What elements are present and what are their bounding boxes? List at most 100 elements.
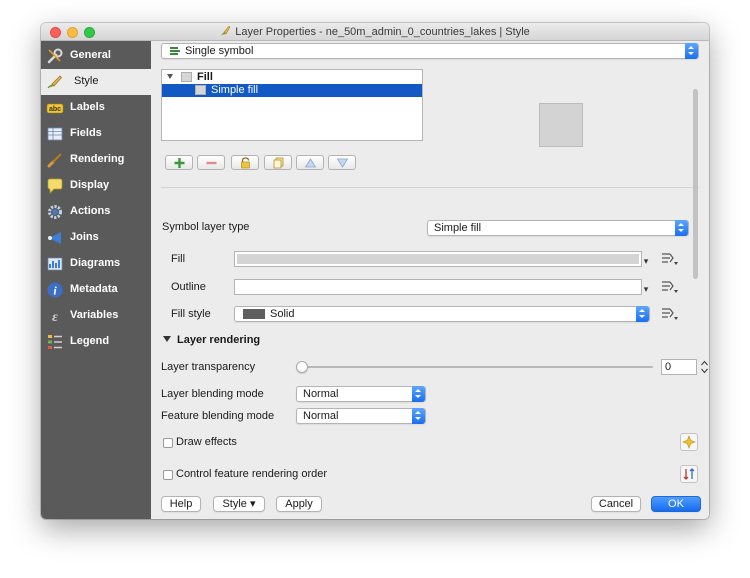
layer-blending-value: Normal [303, 388, 339, 400]
sidebar-item-labels[interactable]: abc Labels [41, 95, 151, 121]
effects-customize-button[interactable] [680, 433, 698, 451]
move-layer-down-button[interactable] [328, 155, 356, 170]
layer-blending-label: Layer blending mode [161, 388, 264, 400]
layer-rendering-header[interactable]: Layer rendering [163, 334, 260, 346]
symbol-layer-tree: Fill Simple fill [161, 69, 423, 141]
transparency-slider-thumb[interactable] [296, 361, 308, 373]
transparency-slider-track[interactable] [299, 366, 653, 368]
layer-style-icon [221, 25, 231, 35]
info-icon: i [47, 282, 63, 298]
sidebar-item-label: Legend [70, 335, 110, 347]
control-rendering-order-label: Control feature rendering order [176, 468, 328, 480]
simple-fill-swatch [195, 85, 206, 95]
solid-fill-swatch [243, 309, 265, 319]
sidebar-item-label: Metadata [70, 283, 118, 295]
symbol-layer-type-label: Symbol layer type [162, 221, 250, 233]
sidebar-item-label: Rendering [70, 153, 125, 165]
move-layer-up-button[interactable] [296, 155, 324, 170]
sidebar-item-actions[interactable]: Actions [41, 199, 151, 225]
variables-icon: ε [52, 310, 58, 325]
tree-item-fill[interactable]: Fill [162, 71, 422, 84]
outline-data-defined-icon[interactable] [659, 279, 681, 295]
control-rendering-order-checkbox[interactable] [163, 470, 173, 480]
sidebar-item-general[interactable]: General [41, 43, 151, 69]
lock-layer-button[interactable] [231, 155, 259, 170]
panel-scrollbar[interactable] [693, 89, 698, 279]
sidebar-item-diagrams[interactable]: Diagrams [41, 251, 151, 277]
collapse-triangle-icon[interactable] [167, 74, 173, 79]
sidebar-item-style[interactable]: Style [41, 69, 151, 95]
panel-divider [161, 187, 699, 188]
draw-effects-checkbox[interactable] [163, 438, 173, 448]
fill-color-menu[interactable]: ▾ [641, 251, 651, 267]
outline-label: Outline [171, 281, 206, 293]
rendering-order-button[interactable] [680, 465, 698, 483]
layer-rendering-title: Layer rendering [177, 334, 261, 346]
ok-button[interactable]: OK [651, 496, 701, 512]
wrench-icon [47, 48, 63, 64]
feature-blending-select[interactable]: Normal [296, 408, 426, 424]
transparency-label: Layer transparency [161, 361, 256, 373]
paintbrush-icon [47, 75, 62, 89]
sidebar-item-label: Joins [70, 231, 99, 243]
star-effects-icon [682, 435, 696, 449]
symbol-layer-type-select[interactable]: Simple fill [427, 220, 689, 236]
add-symbol-layer-button[interactable] [165, 155, 193, 170]
renderer-value: Single symbol [185, 45, 254, 57]
fill-color-button[interactable] [234, 251, 642, 267]
layer-blending-arrow[interactable] [412, 386, 425, 402]
arrow-down-icon [336, 158, 349, 168]
abc-label-icon: abc [46, 103, 64, 114]
style-menu-button[interactable]: Style ▾ [213, 496, 265, 512]
sidebar-item-legend[interactable]: Legend [41, 329, 151, 355]
fill-label: Fill [171, 253, 186, 265]
lock-icon [241, 157, 250, 169]
expand-triangle-icon [163, 336, 171, 342]
sidebar-item-rendering[interactable]: Rendering [41, 147, 151, 173]
transparency-spinbox[interactable]: 0 [661, 359, 697, 375]
fill-style-value: Solid [270, 308, 295, 320]
symbol-layer-type-arrow[interactable] [675, 220, 688, 236]
sidebar: General Style abc Labels Fields Renderin… [41, 41, 151, 519]
cancel-button-label: Cancel [598, 498, 634, 510]
fill-style-label: Fill style [171, 308, 211, 320]
svg-text:abc: abc [49, 106, 61, 113]
symbol-layer-type-value: Simple fill [434, 222, 482, 234]
sidebar-item-display[interactable]: Display [41, 173, 151, 199]
speech-bubble-icon [47, 178, 63, 194]
style-button-label: Style ▾ [222, 498, 256, 510]
sidebar-item-label: Style [74, 75, 99, 87]
sidebar-item-metadata[interactable]: i Metadata [41, 277, 151, 303]
sidebar-item-joins[interactable]: Joins [41, 225, 151, 251]
tree-item-simple-fill[interactable]: Simple fill [162, 84, 422, 97]
apply-button[interactable]: Apply [276, 496, 322, 512]
fill-style-select[interactable]: Solid [234, 306, 650, 322]
renderer-select-arrow[interactable] [685, 43, 698, 59]
feature-blending-label: Feature blending mode [161, 410, 275, 422]
fill-color-swatch [237, 254, 639, 264]
outline-color-button[interactable] [234, 279, 642, 295]
brush-render-icon [47, 153, 62, 168]
fill-style-data-defined-icon[interactable] [659, 306, 681, 322]
table-fields-icon [47, 127, 63, 141]
feature-blending-value: Normal [303, 410, 339, 422]
sidebar-item-variables[interactable]: ε Variables [41, 303, 151, 329]
fill-data-defined-icon[interactable] [659, 251, 681, 267]
duplicate-layer-button[interactable] [264, 155, 292, 170]
join-arrow-icon [48, 232, 61, 244]
help-button[interactable]: Help [161, 496, 201, 512]
help-button-label: Help [169, 498, 193, 510]
renderer-select[interactable]: Single symbol [161, 43, 699, 59]
single-symbol-icon [170, 47, 180, 55]
cancel-button[interactable]: Cancel [591, 496, 641, 512]
fill-style-arrow[interactable] [636, 306, 649, 322]
style-panel: Single symbol Fill Simple fill Symbol la… [151, 41, 709, 519]
window-title: Layer Properties - ne_50m_admin_0_countr… [235, 26, 530, 38]
sidebar-item-fields[interactable]: Fields [41, 121, 151, 147]
tree-item-label: Simple fill [211, 84, 259, 96]
outline-color-menu[interactable]: ▾ [641, 279, 651, 295]
transparency-stepper-icon[interactable] [700, 359, 709, 375]
remove-symbol-layer-button[interactable] [197, 155, 225, 170]
feature-blending-arrow[interactable] [412, 408, 425, 424]
layer-blending-select[interactable]: Normal [296, 386, 426, 402]
